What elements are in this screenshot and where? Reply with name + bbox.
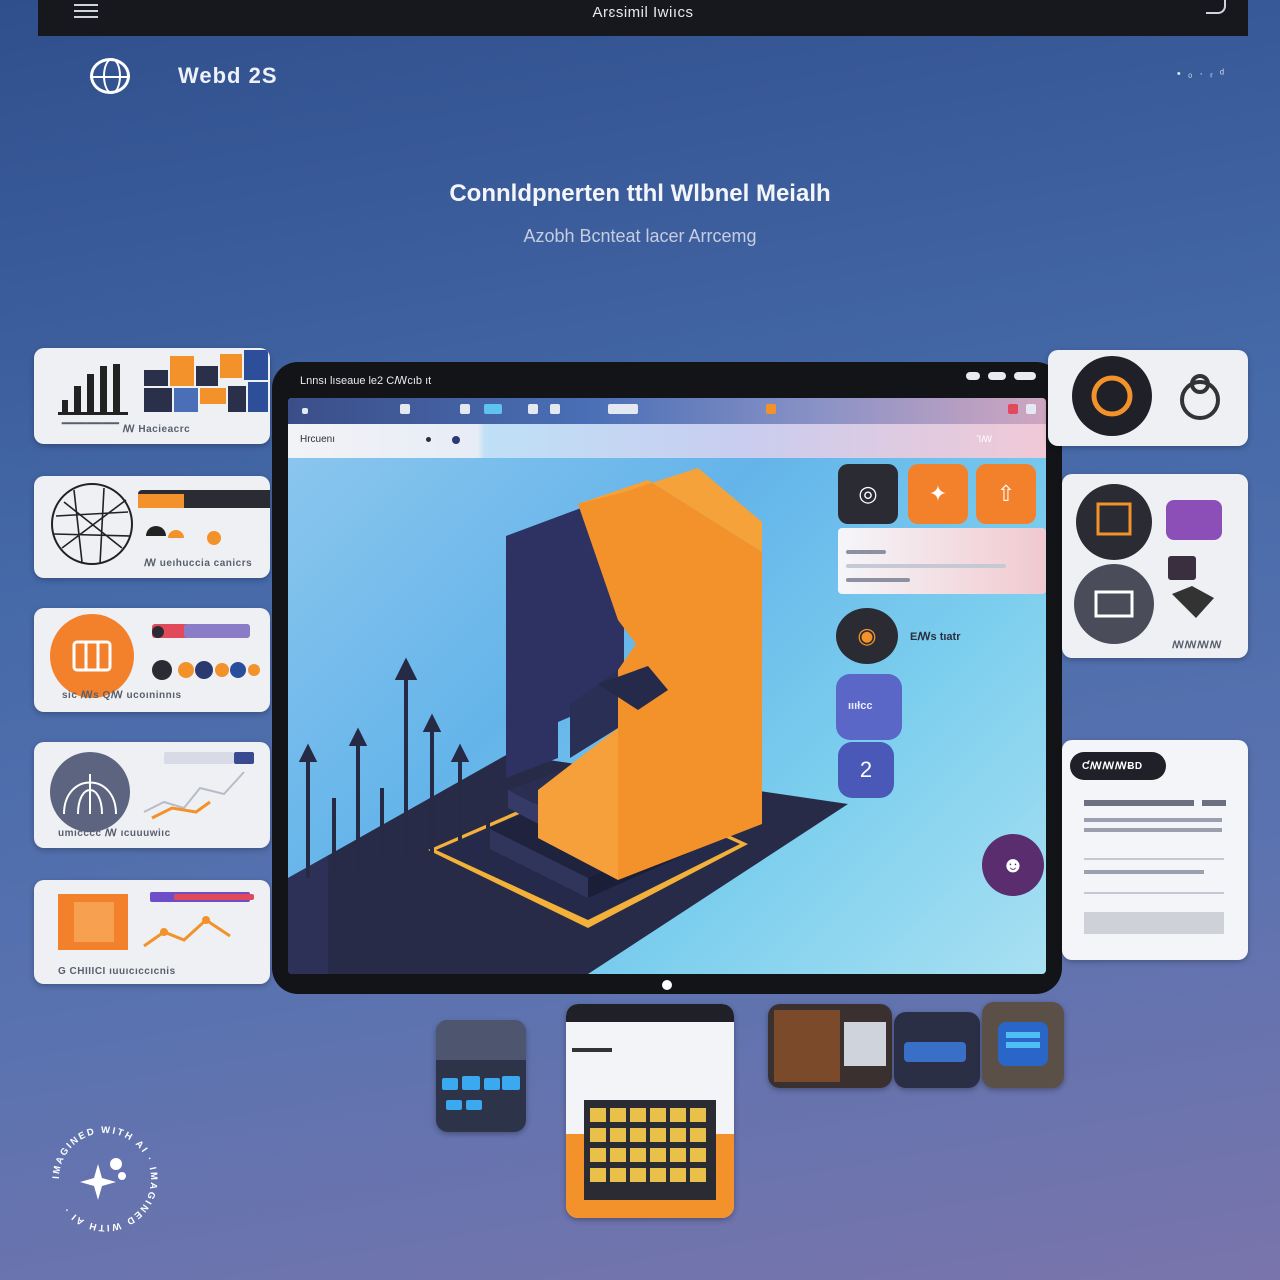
card-caption: umıcccc ꟿ ıcuuuwiıc [58, 828, 171, 839]
document-lines [1084, 800, 1226, 934]
feature-card-analytics[interactable]: umıcccc ꟿ ıcuuuwiıc [34, 742, 270, 848]
feature-card-tools[interactable]: sic ꟿs Qꟿ ucoıninnıs [34, 608, 270, 712]
photo-preview [774, 1010, 886, 1082]
address-label: Hrcuenı [300, 434, 336, 445]
brand: Webd 2S [90, 58, 278, 94]
info-panel [838, 528, 1046, 594]
upload-icon: ⇧ [996, 481, 1016, 506]
target-icon: ◎ [858, 481, 878, 506]
minimize-button[interactable] [966, 372, 980, 380]
tab[interactable] [1026, 404, 1036, 414]
isometric-illustration [288, 468, 848, 974]
imagined-with-ai-badge: IMAGINED WITH AI · IMAGINED WITH AI · [46, 1120, 164, 1238]
chat-icon: ☻ [1001, 852, 1025, 877]
feature-card-network[interactable]: ꟿ ueıhuccia canicrs [34, 476, 270, 578]
status-indicator: • ₀ · ᵣ ᵈ [1176, 68, 1226, 80]
close-button[interactable] [1014, 372, 1036, 380]
camera-tool-button[interactable]: ◎ [838, 464, 898, 524]
number-icon: 2 [859, 757, 873, 782]
info-line [846, 578, 910, 582]
number-tool-button[interactable]: 2 [838, 742, 894, 798]
dot-icon [426, 437, 431, 442]
info-line [846, 550, 886, 554]
terminal-preview [998, 1022, 1048, 1066]
tab[interactable] [608, 404, 638, 414]
spark-icon: ✦ [928, 481, 948, 506]
app-screen: Hrcuenı Ꞁꟿ ◎ ✦ ⇧ ◉ Eꟿs tıatr ıııłcc 2 ☻ [288, 398, 1046, 974]
card-caption: G CHIIICI ıuuıcıccıcnis [58, 966, 176, 977]
tab[interactable] [400, 404, 410, 414]
audio-button[interactable]: ◉ [836, 608, 898, 664]
tab[interactable] [550, 404, 560, 414]
chat-button[interactable]: ☻ [982, 834, 1044, 896]
thumbnail-vehicle[interactable] [894, 1012, 980, 1088]
tab[interactable] [1008, 404, 1018, 414]
pill-label: ıııłcc [848, 700, 873, 712]
right-card-icons[interactable] [1048, 350, 1248, 446]
card-caption: ꟿ ueıhuccia canicrs [144, 558, 253, 569]
gallery-icons [1074, 484, 1222, 644]
upload-tool-button[interactable]: ⇧ [976, 464, 1036, 524]
brand-name[interactable]: Webd 2S [178, 63, 278, 89]
address-right-label: Ꞁꟿ [976, 434, 992, 444]
tab-bar [288, 398, 1046, 424]
tool-panel: ◎ ✦ ⇧ ◉ Eꟿs tıatr ıııłcc 2 ☻ [832, 458, 1046, 974]
card-caption: ▔▔▔▔▔▔▔ ꟿ Hacieacrc [62, 424, 191, 435]
card-caption: ꟿꟿꟿꟿ [1172, 640, 1222, 651]
vehicle-preview [904, 1042, 966, 1062]
sparkle-icon: IMAGINED WITH AI · IMAGINED WITH AI · [51, 1125, 157, 1233]
side-label: Eꟿs tıatr [910, 631, 961, 643]
magic-tool-button[interactable]: ✦ [908, 464, 968, 524]
address-bar[interactable]: Hrcuenı Ꞁꟿ [288, 424, 1046, 458]
thumbnail-photo[interactable] [768, 1004, 892, 1088]
right-card-document[interactable]: ƇꟿꟿꟿɃD [1062, 740, 1248, 960]
main-window: Lnnsı lıseaue le2 Cꟿcıb ıt Hrcuenı Ꞁꟿ ◎ … [272, 362, 1062, 994]
thumbnail-dashboard[interactable] [436, 1020, 526, 1132]
disc-icon: ◉ [857, 623, 877, 648]
tab[interactable] [766, 404, 776, 414]
top-bar: Arɛsimil Iwiıcs [38, 0, 1248, 36]
tab[interactable] [460, 404, 470, 414]
globe-icon[interactable] [90, 58, 130, 94]
record-icon[interactable] [452, 436, 460, 444]
calendar-preview [566, 1004, 734, 1218]
dashboard-preview [436, 1020, 526, 1110]
maximize-button[interactable] [988, 372, 1006, 380]
thumbnail-terminal[interactable] [982, 1002, 1064, 1088]
badge-icons [1072, 356, 1220, 436]
tab[interactable] [302, 408, 308, 414]
tab-active[interactable] [484, 404, 502, 414]
topbar-title: Arɛsimil Iwiıcs [592, 3, 694, 21]
feature-card-reports[interactable]: G CHIIICI ıuuıcıccıcnis [34, 880, 270, 984]
window-controls[interactable] [966, 372, 1036, 380]
hero-subtitle: Azobh Bcnteat lacer Arrcemg [523, 226, 757, 246]
tab[interactable] [528, 404, 538, 414]
right-card-gallery[interactable]: ꟿꟿꟿꟿ [1062, 474, 1248, 658]
info-line [846, 564, 1006, 568]
hero-title: Connldpnerten tthl Wlbnel Meialh [449, 180, 831, 207]
home-indicator[interactable] [662, 980, 672, 990]
hamburger-icon[interactable] [74, 4, 98, 18]
account-icon[interactable] [1206, 0, 1226, 14]
card-caption: sic ꟿs Qꟿ ucoıninnıs [62, 690, 182, 701]
text-tool-button[interactable]: ıııłcc [836, 674, 902, 740]
feature-card-charts[interactable]: ▔▔▔▔▔▔▔ ꟿ Hacieacrc [34, 348, 270, 444]
window-title: Lnnsı lıseaue le2 Cꟿcıb ıt [300, 375, 432, 387]
thumbnail-calendar[interactable] [566, 1004, 734, 1218]
